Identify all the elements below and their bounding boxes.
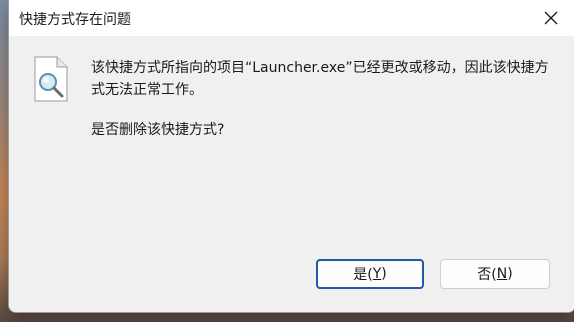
title-bar[interactable]: 快捷方式存在问题 (9, 0, 574, 36)
dialog-body: 该快捷方式所指向的项目“Launcher.exe”已经更改或移动，因此该快捷方式… (9, 36, 574, 312)
desktop-background: 快捷方式存在问题 该快捷方式所指向的项目“Launcher.exe”已经更改或移… (0, 0, 574, 322)
close-button[interactable] (531, 2, 571, 34)
dialog-title: 快捷方式存在问题 (19, 12, 131, 28)
no-button[interactable]: 否(N) (440, 259, 550, 289)
no-label-prefix: 否( (477, 267, 497, 283)
no-mnemonic: N (496, 266, 508, 282)
yes-button[interactable]: 是(Y) (316, 259, 424, 289)
close-icon (544, 11, 558, 25)
yes-label-suffix: ) (381, 266, 387, 282)
document-search-icon (34, 56, 68, 102)
delete-question: 是否删除该快捷方式? (91, 122, 225, 138)
no-label-suffix: ) (507, 266, 513, 282)
yes-mnemonic: Y (372, 266, 382, 282)
yes-label-prefix: 是( (353, 267, 373, 283)
shortcut-problem-dialog: 快捷方式存在问题 该快捷方式所指向的项目“Launcher.exe”已经更改或移… (8, 0, 574, 313)
dialog-message: 该快捷方式所指向的项目“Launcher.exe”已经更改或移动，因此该快捷方式… (91, 60, 549, 98)
